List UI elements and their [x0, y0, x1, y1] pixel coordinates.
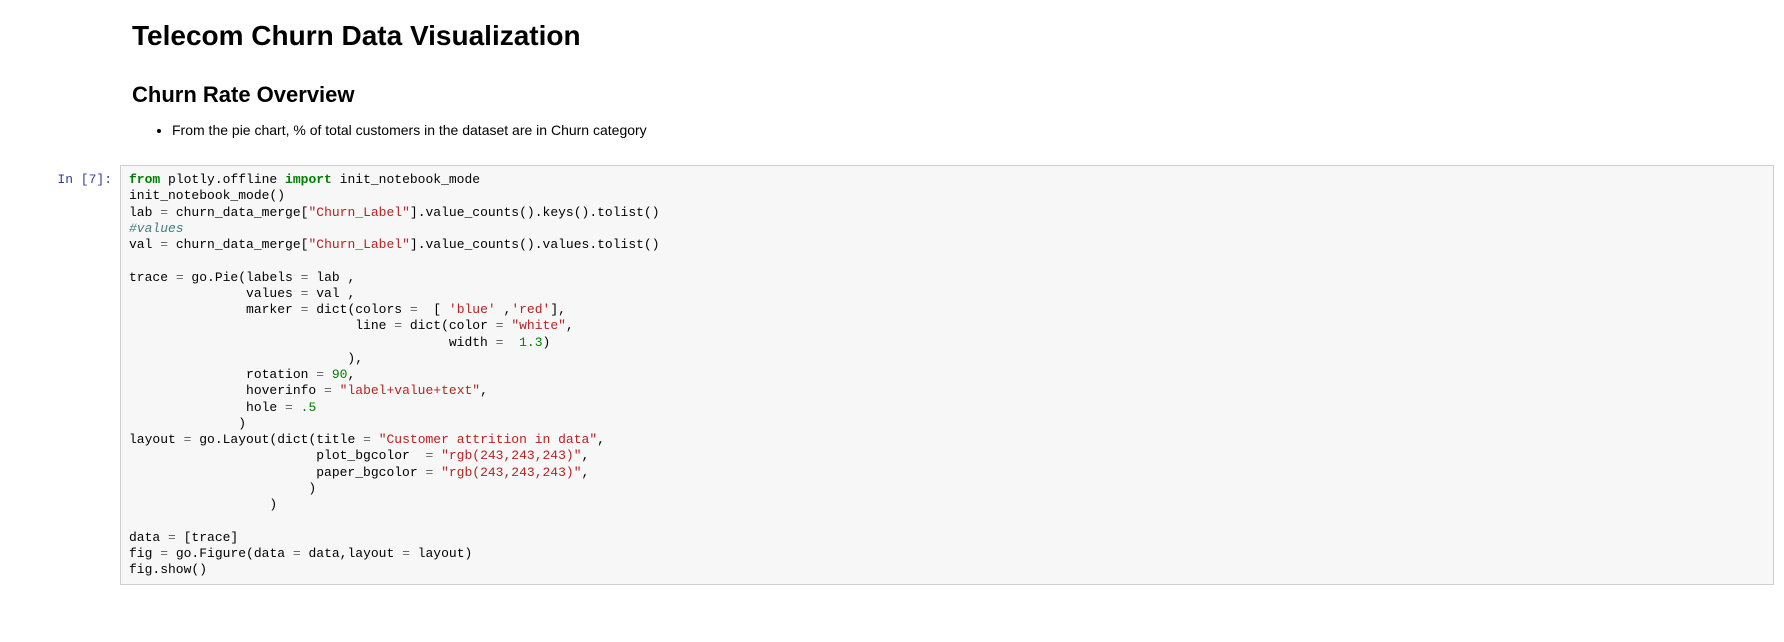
code-text: ], [550, 302, 566, 317]
code-text: ) [543, 335, 551, 350]
string: 'red' [511, 302, 550, 317]
code-text: val [129, 237, 160, 252]
code-text: [ [418, 302, 449, 317]
code-text: dict(colors [308, 302, 409, 317]
operator: = [425, 465, 433, 480]
code-text: churn_data_merge[ [168, 237, 308, 252]
code-text: fig [129, 546, 160, 561]
code-text: , [566, 318, 574, 333]
code-text: plot_bgcolor [129, 448, 425, 463]
operator: = [160, 237, 168, 252]
code-text: hoverinfo [129, 383, 324, 398]
operator: = [160, 546, 168, 561]
page-title: Telecom Churn Data Visualization [132, 20, 1764, 52]
string: "Customer attrition in data" [379, 432, 597, 447]
code-text: , [582, 448, 590, 463]
operator: = [402, 546, 410, 561]
code-text: , [597, 432, 605, 447]
code-text: go.Layout(dict(title [191, 432, 363, 447]
code-text: ) [129, 416, 246, 431]
code-text: line [129, 318, 394, 333]
string: "Churn_Label" [308, 237, 409, 252]
code-cell-row: In [7]: from plotly.offline import init_… [0, 165, 1784, 585]
keyword: from [129, 172, 160, 187]
code-text: ].value_counts().keys().tolist() [410, 205, 660, 220]
code-text: ].value_counts().values.tolist() [410, 237, 660, 252]
code-text: , [496, 302, 512, 317]
list-item: From the pie chart, % of total customers… [172, 120, 1764, 141]
string: "Churn_Label" [308, 205, 409, 220]
operator: = [496, 318, 504, 333]
operator: = [496, 335, 504, 350]
code-text: , [347, 367, 355, 382]
operator: = [176, 270, 184, 285]
operator: = [168, 530, 176, 545]
code-text: dict(color [402, 318, 496, 333]
input-prompt: In [7]: [0, 165, 120, 187]
operator: = [410, 302, 418, 317]
code-text: data [129, 530, 168, 545]
string: 'blue' [449, 302, 496, 317]
string: "label+value+text" [340, 383, 480, 398]
string: "white" [511, 318, 566, 333]
number: 1.3 [519, 335, 542, 350]
code-text: [trace] [176, 530, 238, 545]
section-heading: Churn Rate Overview [132, 82, 1764, 108]
operator: = [324, 383, 332, 398]
notebook-container: Telecom Churn Data Visualization Churn R… [0, 0, 1784, 585]
code-text: init_notebook_mode [332, 172, 480, 187]
operator: = [160, 205, 168, 220]
code-text: trace [129, 270, 176, 285]
operator: = [425, 448, 433, 463]
keyword: import [285, 172, 332, 187]
bullet-list: From the pie chart, % of total customers… [132, 120, 1764, 141]
operator: = [285, 400, 293, 415]
operator: = [316, 367, 324, 382]
number: .5 [301, 400, 317, 415]
code-input[interactable]: from plotly.offline import init_notebook… [120, 165, 1774, 585]
code-text: values [129, 286, 301, 301]
code-text: go.Pie(labels [184, 270, 301, 285]
comment: #values [129, 221, 184, 236]
code-text: go.Figure(data [168, 546, 293, 561]
code-text: plotly.offline [160, 172, 285, 187]
string: "rgb(243,243,243)" [441, 465, 581, 480]
code-text: churn_data_merge[ [168, 205, 308, 220]
code-text: layout [129, 432, 184, 447]
code-text: val , [308, 286, 355, 301]
code-text: ), [129, 351, 363, 366]
code-text: paper_bgcolor [129, 465, 425, 480]
number: 90 [332, 367, 348, 382]
code-text: marker [129, 302, 301, 317]
code-text: lab [129, 205, 160, 220]
code-text: lab , [308, 270, 355, 285]
code-text: , [582, 465, 590, 480]
code-text: rotation [129, 367, 316, 382]
code-text: layout) [410, 546, 472, 561]
operator: = [394, 318, 402, 333]
markdown-cell: Telecom Churn Data Visualization Churn R… [132, 20, 1764, 141]
code-text: width [129, 335, 496, 350]
code-text: fig.show() [129, 562, 207, 577]
code-text: , [480, 383, 488, 398]
operator: = [363, 432, 371, 447]
code-text: ) [129, 497, 277, 512]
code-text: ) [129, 481, 316, 496]
code-text: init_notebook_mode() [129, 188, 285, 203]
code-text: hole [129, 400, 285, 415]
code-text: data,layout [301, 546, 402, 561]
operator: = [293, 546, 301, 561]
string: "rgb(243,243,243)" [441, 448, 581, 463]
